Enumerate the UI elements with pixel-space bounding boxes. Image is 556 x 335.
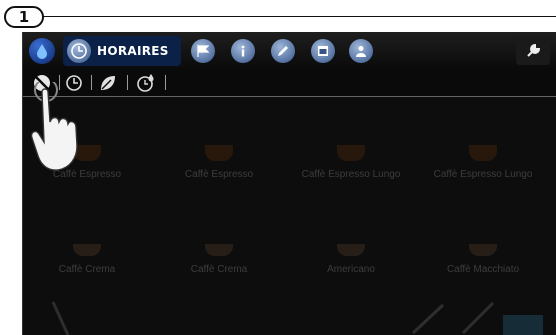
step-number-badge: 1 (4, 6, 44, 28)
product-tile[interactable]: Americano (287, 232, 415, 292)
product-label: Caffè Espresso Lungo (433, 169, 533, 180)
pointing-hand-icon (30, 82, 78, 171)
product-tile[interactable]: Caffè Macchiato (419, 232, 547, 292)
product-label: Americano (327, 264, 375, 275)
americano-cup-icon (337, 244, 365, 256)
product-tile[interactable]: Caffè Crema (23, 232, 151, 292)
drop-timer-icon[interactable] (135, 72, 157, 94)
tab-horaires[interactable]: HORAIRES (63, 36, 181, 66)
user-lock-icon[interactable] (349, 39, 373, 63)
glassware-background (51, 301, 543, 335)
product-tile[interactable]: Caffè Espresso Lungo (419, 137, 547, 197)
step-divider-line (42, 16, 556, 17)
crema-cup-icon (205, 244, 233, 256)
wrench-icon[interactable] (516, 37, 550, 65)
product-tile[interactable]: Caffè Espresso (155, 137, 283, 197)
schedule-sub-toolbar (23, 70, 556, 97)
espresso-cup-icon (469, 145, 497, 161)
product-tile[interactable]: Caffè Crema (155, 232, 283, 292)
flag-icon[interactable] (191, 39, 215, 63)
product-label: Caffè Macchiato (446, 264, 520, 275)
product-grid: Caffè Espresso Caffè Espresso Caffè Espr… (23, 97, 556, 335)
crema-cup-icon (73, 244, 101, 256)
clock-icon (67, 39, 91, 63)
product-label: Caffè Espresso (184, 169, 254, 180)
calendar-icon[interactable] (311, 39, 335, 63)
product-label: Caffè Crema (58, 264, 116, 275)
product-label: Caffè Espresso Lungo (301, 169, 401, 180)
product-label: Caffè Crema (190, 264, 248, 275)
pencil-icon[interactable] (271, 39, 295, 63)
leaf-icon[interactable] (97, 72, 119, 94)
machine-display: HORAIRES Caffè Espresso Caffè Espresso C… (22, 32, 556, 335)
product-tile[interactable]: Caffè Espresso Lungo (287, 137, 415, 197)
espresso-cup-icon (337, 145, 365, 161)
espresso-cup-icon (205, 145, 233, 161)
main-tab-bar: HORAIRES (23, 32, 556, 70)
toolbar-separator (165, 75, 166, 90)
macchiato-cup-icon (469, 244, 497, 256)
water-drop-icon[interactable] (29, 38, 55, 64)
tab-horaires-label: HORAIRES (97, 44, 169, 58)
toolbar-separator (127, 75, 128, 90)
info-icon[interactable] (231, 39, 255, 63)
